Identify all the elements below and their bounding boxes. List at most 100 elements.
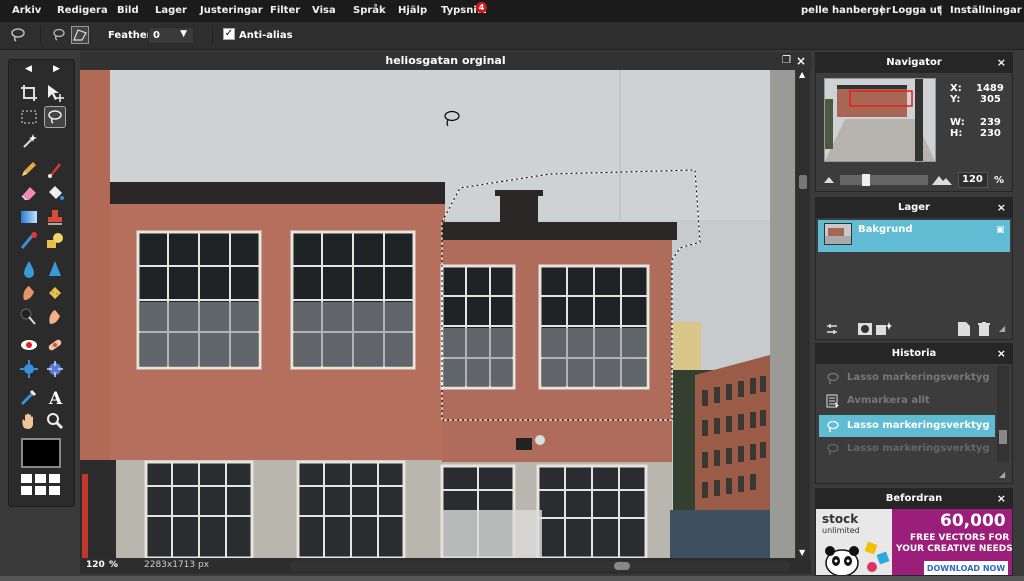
zoom-input[interactable]: 120: [958, 172, 988, 188]
close-icon[interactable]: ×: [997, 489, 1006, 509]
antialias-label: Anti-alias: [239, 30, 293, 41]
layer-effects-icon[interactable]: [876, 321, 892, 335]
zoom-level[interactable]: 120: [86, 560, 105, 570]
polygon-lasso-button[interactable]: [71, 26, 89, 44]
lasso-select-button[interactable]: [44, 106, 66, 128]
pencil-icon[interactable]: [18, 158, 40, 180]
navigator-thumbnail[interactable]: [824, 78, 936, 162]
menu-filter[interactable]: Filter: [270, 5, 300, 16]
text-tool-icon[interactable]: A: [44, 386, 66, 408]
red-eye-icon[interactable]: [18, 334, 40, 356]
history-title: Historia: [891, 348, 937, 359]
menu-hjalp[interactable]: Hjälp: [398, 5, 427, 16]
zoom-slider-handle[interactable]: [862, 174, 870, 186]
menu-visa[interactable]: Visa: [312, 5, 336, 16]
color-picker-icon[interactable]: [18, 386, 40, 408]
history-item[interactable]: Avmarkera allt: [819, 390, 995, 412]
zoom-percent: %: [994, 175, 1005, 186]
layer-mask-icon[interactable]: [858, 323, 872, 335]
menu-arkiv[interactable]: Arkiv: [12, 5, 41, 16]
layer-name[interactable]: Bakgrund: [858, 224, 913, 235]
history-item[interactable]: Lasso markeringsverktyg: [819, 438, 995, 460]
user-name[interactable]: pelle hanberger: [801, 5, 891, 16]
blur-icon[interactable]: [18, 258, 40, 280]
color-replace-icon[interactable]: [18, 230, 40, 252]
new-layer-icon[interactable]: [958, 322, 970, 336]
eraser-icon[interactable]: [18, 182, 40, 204]
sponge-icon[interactable]: [44, 282, 66, 304]
smudge-icon[interactable]: [18, 282, 40, 304]
bloat-icon[interactable]: [18, 358, 40, 380]
image-canvas[interactable]: [80, 70, 795, 558]
scroll-down-icon[interactable]: ▼: [799, 548, 805, 557]
vertical-scrollbar[interactable]: ▲ ▼: [796, 70, 810, 558]
marquee-select-icon[interactable]: [18, 106, 40, 128]
menu-bild[interactable]: Bild: [117, 5, 139, 16]
notification-badge: 4: [476, 2, 487, 13]
close-icon[interactable]: ×: [997, 198, 1006, 218]
menu-sprak[interactable]: Språk: [353, 5, 386, 16]
lasso-icon: [827, 372, 839, 384]
brush-icon[interactable]: [44, 158, 66, 180]
y-label: Y:: [950, 94, 961, 105]
logout-link[interactable]: Logga ut: [892, 5, 942, 16]
scroll-up-icon[interactable]: ▲: [799, 70, 805, 79]
lasso-icon: [48, 110, 62, 124]
burn-icon[interactable]: [18, 306, 40, 328]
h-scroll-thumb[interactable]: [614, 562, 630, 570]
palette-grid[interactable]: [21, 474, 61, 498]
history-item-active[interactable]: Lasso markeringsverktyg: [819, 415, 995, 437]
zoom-slider[interactable]: [840, 174, 928, 186]
drawing-icon[interactable]: [44, 230, 66, 252]
paint-bucket-icon[interactable]: [44, 182, 66, 204]
close-icon[interactable]: ×: [997, 344, 1006, 364]
resize-grip-icon[interactable]: ◢: [999, 324, 1005, 333]
menu-lager[interactable]: Lager: [155, 5, 187, 16]
pinch-icon[interactable]: [44, 358, 66, 380]
hand-icon[interactable]: [18, 410, 40, 432]
zoom-out-mountain-icon[interactable]: [824, 175, 834, 183]
clone-stamp-icon[interactable]: [44, 206, 66, 228]
ad-download-button[interactable]: DOWNLOAD NOW: [924, 561, 1008, 575]
zoom-icon[interactable]: [44, 410, 66, 432]
layer-row-background[interactable]: Bakgrund ▣: [818, 220, 1010, 252]
menu-justeringar[interactable]: Justeringar: [200, 5, 263, 16]
lock-icon[interactable]: ▣: [996, 225, 1005, 235]
close-document-icon[interactable]: ×: [796, 52, 806, 70]
primary-color-swatch[interactable]: [21, 438, 61, 468]
history-scroll-thumb[interactable]: [999, 430, 1007, 444]
history-scrollbar[interactable]: [997, 366, 1009, 462]
restore-window-icon[interactable]: ❐: [782, 52, 791, 70]
close-icon[interactable]: ×: [997, 53, 1006, 73]
image-dimensions: 2283x1713 px: [144, 560, 210, 570]
crop-icon[interactable]: [18, 82, 40, 104]
settings-link[interactable]: Inställningar: [950, 5, 1022, 16]
dodge-icon[interactable]: [44, 306, 66, 328]
resize-grip-icon[interactable]: ◢: [999, 470, 1005, 479]
zoom-in-mountain-icon[interactable]: [932, 173, 952, 185]
navigator-header: Navigator ×: [816, 53, 1012, 73]
menu-redigera[interactable]: Redigera: [57, 5, 108, 16]
lasso-tool-icon[interactable]: [10, 27, 26, 43]
gradient-icon[interactable]: [18, 206, 40, 228]
spot-heal-icon[interactable]: [44, 334, 66, 356]
layer-thumbnail-image: [825, 224, 851, 244]
ad-banner[interactable]: stock unlimited 60,000 FREE VECTORS FOR …: [816, 509, 1012, 575]
collapse-left-icon[interactable]: ◀: [25, 64, 32, 74]
document-title-bar: heliosgatan orginal ❐ ×: [80, 52, 811, 70]
collapse-right-icon[interactable]: ▶: [53, 64, 60, 74]
delete-layer-icon[interactable]: [978, 322, 990, 336]
sharpen-icon[interactable]: [44, 258, 66, 280]
layer-style-icon[interactable]: [826, 323, 838, 335]
antialias-checkbox[interactable]: ✓: [223, 28, 235, 40]
feather-input[interactable]: 0 ▼: [148, 27, 194, 44]
free-lasso-icon[interactable]: [52, 28, 66, 42]
history-item[interactable]: Lasso markeringsverktyg: [819, 367, 995, 389]
horizontal-scrollbar[interactable]: [290, 561, 790, 571]
magic-wand-icon[interactable]: [18, 130, 40, 152]
layer-thumbnail: [824, 223, 852, 245]
move-icon[interactable]: [44, 82, 66, 104]
chevron-down-icon[interactable]: ▼: [180, 29, 187, 39]
scroll-thumb[interactable]: [799, 175, 807, 189]
separator: |: [880, 5, 884, 16]
